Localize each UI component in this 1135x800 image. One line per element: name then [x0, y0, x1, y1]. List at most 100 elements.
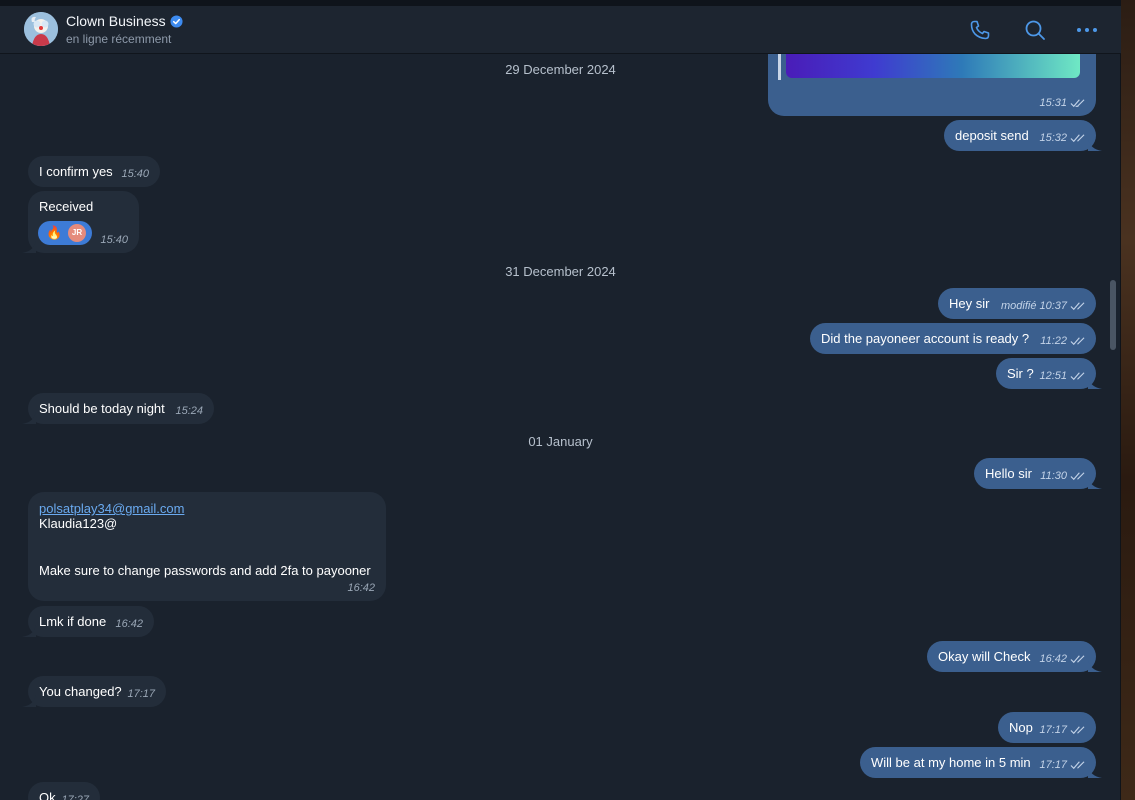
avatar[interactable]	[24, 12, 58, 46]
bubble-tail	[22, 412, 36, 424]
message-bubble[interactable]: You changed? 17:17	[22, 676, 166, 707]
date-separator: 31 December 2024	[505, 264, 616, 279]
message-bubble[interactable]: Received 🔥 JR 15:40	[22, 191, 139, 253]
message-text: Make sure to change passwords and add 2f…	[39, 563, 371, 578]
message-text: Okay will Check	[938, 649, 1031, 664]
double-check-icon	[1070, 655, 1085, 664]
message-time: 17:17	[1039, 759, 1067, 771]
message-bubble[interactable]: Hello sir 11:30	[974, 458, 1102, 489]
message-bubble[interactable]: Ok 17:27	[28, 782, 100, 800]
message-text: Will be at my home in 5 min	[871, 755, 1031, 770]
date-separator: 29 December 2024	[505, 62, 616, 77]
double-check-icon	[1070, 134, 1085, 143]
message-time: 15:24	[175, 405, 203, 417]
message-text: Klaudia123@	[39, 516, 118, 531]
message-meta: 17:17	[1039, 757, 1085, 773]
message-meta: 15:24	[175, 403, 203, 419]
double-check-icon	[1070, 472, 1085, 481]
verified-badge-icon	[170, 14, 183, 28]
message-text: Should be today night	[39, 401, 165, 416]
message-bubble[interactable]: polsatplay34@gmail.com Klaudia123@ Make …	[28, 492, 386, 601]
bubble-tail	[22, 241, 36, 253]
message-text: You changed?	[39, 684, 122, 699]
message-bubble[interactable]: Lmk if done 16:42	[22, 606, 154, 637]
message-bubble[interactable]: Nop 17:17	[998, 712, 1096, 743]
message-meta: 11:30	[1040, 468, 1085, 484]
message-meta: 16:42	[115, 616, 143, 632]
double-check-icon	[1070, 99, 1085, 108]
message-time: 15:31	[1039, 97, 1067, 109]
message-time: 11:22	[1040, 335, 1067, 347]
message-meta: 17:27	[61, 792, 89, 800]
bubble-tail	[1088, 377, 1102, 389]
message-text: Hello sir	[985, 466, 1032, 481]
message-text: deposit send	[955, 128, 1029, 143]
message-meta: 12:51	[1039, 368, 1085, 384]
chat-status: en ligne récemment	[66, 32, 172, 46]
message-time: 15:40	[100, 234, 128, 246]
bubble-tail	[22, 625, 36, 637]
message-text: Sir ?	[1007, 366, 1034, 381]
chat-title-text: Clown Business	[66, 13, 166, 29]
chat-window: Clown Business en ligne récemment 15:31	[0, 0, 1121, 800]
bubble-tail	[1088, 660, 1102, 672]
message-meta: 15:31	[1039, 95, 1085, 111]
chat-header: Clown Business en ligne récemment	[0, 6, 1121, 54]
message-bubble[interactable]: Okay will Check 16:42	[927, 641, 1102, 672]
fire-reaction-icon: 🔥	[46, 225, 63, 240]
message-bubble[interactable]: Did the payoneer account is ready ? 11:2…	[810, 323, 1096, 354]
message-time: 15:40	[121, 168, 149, 180]
double-check-icon	[1070, 372, 1085, 381]
message-time: 16:42	[115, 618, 143, 630]
bubble-tail	[1088, 766, 1102, 778]
double-check-icon	[1070, 302, 1085, 311]
reaction-chip[interactable]: 🔥 JR	[38, 221, 92, 245]
desktop-background	[1121, 0, 1135, 800]
message-meta: 15:40	[121, 166, 149, 182]
date-separator: 01 January	[528, 434, 593, 449]
message-text: Ok	[39, 790, 56, 800]
message-meta: 15:40	[100, 232, 128, 248]
scrollbar-thumb[interactable]	[1110, 280, 1116, 350]
message-bubble[interactable]: Will be at my home in 5 min 17:17	[860, 747, 1102, 778]
reactor-avatar: JR	[68, 224, 86, 242]
message-meta: 16:42	[1039, 651, 1085, 667]
message-meta: 16:42	[347, 580, 375, 596]
message-time: 10:37	[1039, 300, 1067, 312]
message-list[interactable]: 15:31 29 December 2024 deposit send 15:3…	[0, 54, 1121, 800]
bubble-tail	[1088, 139, 1102, 151]
message-text: I confirm yes	[39, 164, 113, 179]
message-time: 16:42	[1039, 653, 1067, 665]
message-meta: 11:22	[1040, 333, 1085, 349]
message-text: Nop	[1009, 720, 1033, 735]
message-text: Did the payoneer account is ready ?	[821, 331, 1030, 346]
phone-icon[interactable]	[968, 18, 992, 42]
double-check-icon	[1070, 337, 1085, 346]
chat-title[interactable]: Clown Business	[66, 13, 183, 29]
email-link[interactable]: polsatplay34@gmail.com	[39, 501, 184, 517]
message-text: Lmk if done	[39, 614, 107, 629]
message-time: 16:42	[347, 582, 375, 594]
message-time: 17:17	[127, 688, 155, 700]
message-meta: 17:17	[127, 686, 155, 702]
message-meta: 17:17	[1039, 722, 1085, 738]
bubble-tail	[1088, 477, 1102, 489]
message-bubble[interactable]: deposit send 15:32	[944, 120, 1102, 151]
double-check-icon	[1070, 761, 1085, 770]
message-bubble[interactable]: Sir ? 12:51	[996, 358, 1102, 389]
message-text: Hey sir	[949, 296, 990, 311]
message-text: Received	[39, 199, 94, 214]
edited-label: modifié	[1001, 300, 1037, 312]
more-icon[interactable]	[1075, 18, 1099, 42]
message-time: 15:32	[1039, 132, 1067, 144]
message-meta: 15:32	[1039, 130, 1085, 146]
message-time: 11:30	[1040, 470, 1067, 482]
message-bubble[interactable]: Should be today night 15:24	[22, 393, 214, 424]
message-time: 17:17	[1039, 724, 1067, 736]
search-icon[interactable]	[1023, 18, 1047, 42]
message-meta: modifié 10:37	[1001, 298, 1085, 314]
message-time: 12:51	[1039, 370, 1067, 382]
message-time: 17:27	[61, 794, 89, 800]
message-bubble[interactable]: Hey sir modifié 10:37	[938, 288, 1096, 319]
message-bubble[interactable]: I confirm yes 15:40	[28, 156, 160, 187]
